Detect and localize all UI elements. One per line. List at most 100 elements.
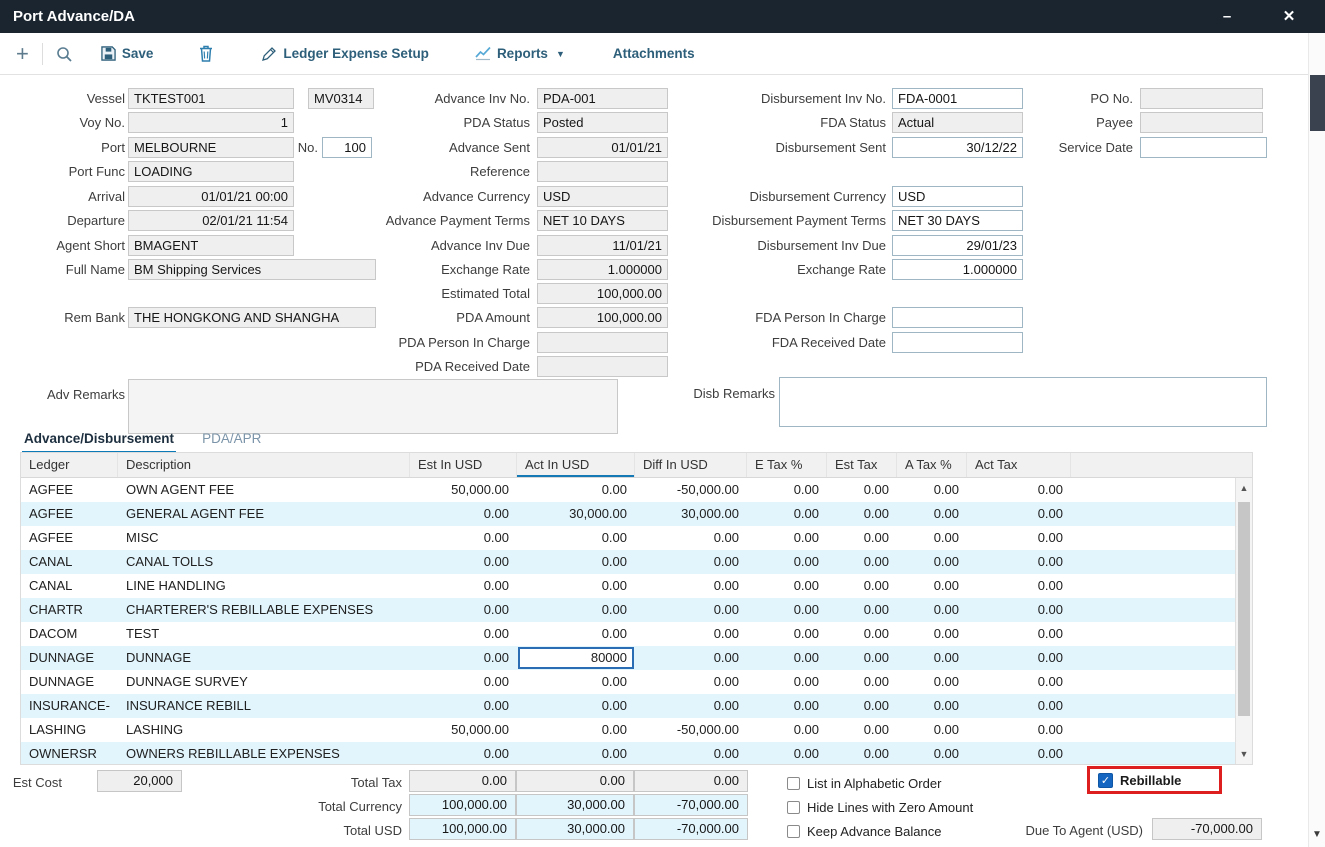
- cell-est_tax[interactable]: 0.00: [827, 550, 897, 574]
- grid-scrollbar-thumb[interactable]: [1238, 502, 1250, 716]
- cell-description[interactable]: CANAL TOLLS: [118, 550, 410, 574]
- cell-est_tax[interactable]: 0.00: [827, 742, 897, 764]
- cell-etax_pct[interactable]: 0.00: [747, 742, 827, 764]
- cell-act_tax[interactable]: 0.00: [967, 670, 1071, 694]
- table-row[interactable]: AGFEEOWN AGENT FEE50,000.000.00-50,000.0…: [21, 478, 1252, 502]
- grid-scrollbar[interactable]: ▲ ▼: [1235, 478, 1252, 764]
- cell-est[interactable]: 0.00: [410, 742, 517, 764]
- cell-est_tax[interactable]: 0.00: [827, 574, 897, 598]
- cell-diff[interactable]: 0.00: [635, 622, 747, 646]
- column-header-description[interactable]: Description: [118, 453, 410, 477]
- cell-est[interactable]: 0.00: [410, 550, 517, 574]
- rebillable-checkbox-checked-icon[interactable]: ✓: [1098, 773, 1113, 788]
- column-header-atax_pct[interactable]: A Tax %: [897, 453, 967, 477]
- cell-diff[interactable]: -50,000.00: [635, 478, 747, 502]
- table-row[interactable]: DUNNAGEDUNNAGE SURVEY0.000.000.000.000.0…: [21, 670, 1252, 694]
- cell-atax_pct[interactable]: 0.00: [897, 526, 967, 550]
- tab-advance-disbursement[interactable]: Advance/Disbursement: [22, 428, 176, 454]
- cell-ledger[interactable]: DUNNAGE: [21, 646, 118, 670]
- cell-atax_pct[interactable]: 0.00: [897, 598, 967, 622]
- cell-description[interactable]: CHARTERER'S REBILLABLE EXPENSES: [118, 598, 410, 622]
- table-row[interactable]: DUNNAGEDUNNAGE0.00800000.000.000.000.000…: [21, 646, 1252, 670]
- cell-diff[interactable]: 30,000.00: [635, 502, 747, 526]
- grid-scroll-down-icon[interactable]: ▼: [1236, 746, 1252, 762]
- table-row[interactable]: AGFEEMISC0.000.000.000.000.000.000.00: [21, 526, 1252, 550]
- cell-act_tax[interactable]: 0.00: [967, 742, 1071, 764]
- agent-short-field[interactable]: BMAGENT: [128, 235, 294, 256]
- cell-est_tax[interactable]: 0.00: [827, 718, 897, 742]
- act-amount-edit-input[interactable]: 80000: [518, 647, 634, 669]
- table-row[interactable]: CANALLINE HANDLING0.000.000.000.000.000.…: [21, 574, 1252, 598]
- disbursement-payment-terms-field[interactable]: NET 30 DAYS: [892, 210, 1023, 231]
- cell-act_tax[interactable]: 0.00: [967, 622, 1071, 646]
- cell-etax_pct[interactable]: 0.00: [747, 670, 827, 694]
- cell-est_tax[interactable]: 0.00: [827, 598, 897, 622]
- cell-act[interactable]: 30,000.00: [517, 502, 635, 526]
- cell-atax_pct[interactable]: 0.00: [897, 646, 967, 670]
- cell-act[interactable]: 0.00: [517, 478, 635, 502]
- cell-diff[interactable]: 0.00: [635, 550, 747, 574]
- cell-etax_pct[interactable]: 0.00: [747, 526, 827, 550]
- cell-act_tax[interactable]: 0.00: [967, 718, 1071, 742]
- est-cost-field[interactable]: 20,000: [97, 770, 182, 792]
- cell-est[interactable]: 50,000.00: [410, 718, 517, 742]
- column-header-etax_pct[interactable]: E Tax %: [747, 453, 827, 477]
- checkbox-icon[interactable]: [787, 777, 800, 790]
- cell-atax_pct[interactable]: 0.00: [897, 742, 967, 764]
- cell-act_tax[interactable]: 0.00: [967, 646, 1071, 670]
- cell-act[interactable]: 80000: [517, 646, 635, 670]
- cell-description[interactable]: LINE HANDLING: [118, 574, 410, 598]
- cell-act[interactable]: 0.00: [517, 742, 635, 764]
- save-button[interactable]: Save: [101, 46, 154, 61]
- port-func-field[interactable]: LOADING: [128, 161, 294, 182]
- cell-act[interactable]: 0.00: [517, 550, 635, 574]
- disbursement-inv-due-field[interactable]: 29/01/23: [892, 235, 1023, 256]
- po-no-field[interactable]: [1140, 88, 1263, 109]
- cell-etax_pct[interactable]: 0.00: [747, 646, 827, 670]
- search-button[interactable]: [55, 45, 73, 63]
- cell-description[interactable]: DUNNAGE: [118, 646, 410, 670]
- cell-etax_pct[interactable]: 0.00: [747, 694, 827, 718]
- cell-description[interactable]: TEST: [118, 622, 410, 646]
- add-button[interactable]: +: [16, 44, 29, 64]
- cell-act_tax[interactable]: 0.00: [967, 574, 1071, 598]
- cell-ledger[interactable]: CHARTR: [21, 598, 118, 622]
- column-header-act_tax[interactable]: Act Tax: [967, 453, 1071, 477]
- cell-atax_pct[interactable]: 0.00: [897, 502, 967, 526]
- voy-no-field[interactable]: 1: [128, 112, 294, 133]
- cell-est[interactable]: 0.00: [410, 502, 517, 526]
- cell-diff[interactable]: 0.00: [635, 526, 747, 550]
- cell-est_tax[interactable]: 0.00: [827, 478, 897, 502]
- cell-etax_pct[interactable]: 0.00: [747, 622, 827, 646]
- estimated-total-field[interactable]: 100,000.00: [537, 283, 668, 304]
- table-row[interactable]: AGFEEGENERAL AGENT FEE0.0030,000.0030,00…: [21, 502, 1252, 526]
- cell-act[interactable]: 0.00: [517, 598, 635, 622]
- cell-diff[interactable]: 0.00: [635, 646, 747, 670]
- window-scrollbar-thumb[interactable]: [1310, 75, 1325, 131]
- cell-atax_pct[interactable]: 0.00: [897, 718, 967, 742]
- cell-act_tax[interactable]: 0.00: [967, 694, 1071, 718]
- cell-est[interactable]: 0.00: [410, 526, 517, 550]
- cell-est[interactable]: 0.00: [410, 670, 517, 694]
- cell-description[interactable]: OWN AGENT FEE: [118, 478, 410, 502]
- cell-atax_pct[interactable]: 0.00: [897, 574, 967, 598]
- attachments-button[interactable]: Attachments: [613, 46, 695, 61]
- cell-est_tax[interactable]: 0.00: [827, 670, 897, 694]
- checkbox-keep-advance-balance[interactable]: Keep Advance Balance: [787, 822, 941, 840]
- cell-ledger[interactable]: CANAL: [21, 574, 118, 598]
- cell-ledger[interactable]: OWNERSR: [21, 742, 118, 764]
- adv-remarks-textarea[interactable]: [128, 379, 618, 434]
- cell-ledger[interactable]: AGFEE: [21, 502, 118, 526]
- service-date-field[interactable]: [1140, 137, 1267, 158]
- disb-remarks-textarea[interactable]: [779, 377, 1267, 427]
- disbursement-currency-field[interactable]: USD: [892, 186, 1023, 207]
- cell-act[interactable]: 0.00: [517, 622, 635, 646]
- cell-est[interactable]: 0.00: [410, 574, 517, 598]
- window-scrollbar[interactable]: ▼: [1308, 33, 1325, 847]
- checkbox-icon[interactable]: [787, 825, 800, 838]
- table-row[interactable]: CHARTRCHARTERER'S REBILLABLE EXPENSES 0.0…: [21, 598, 1252, 622]
- cell-atax_pct[interactable]: 0.00: [897, 550, 967, 574]
- cell-diff[interactable]: 0.00: [635, 574, 747, 598]
- cell-description[interactable]: DUNNAGE SURVEY: [118, 670, 410, 694]
- cell-ledger[interactable]: LASHING: [21, 718, 118, 742]
